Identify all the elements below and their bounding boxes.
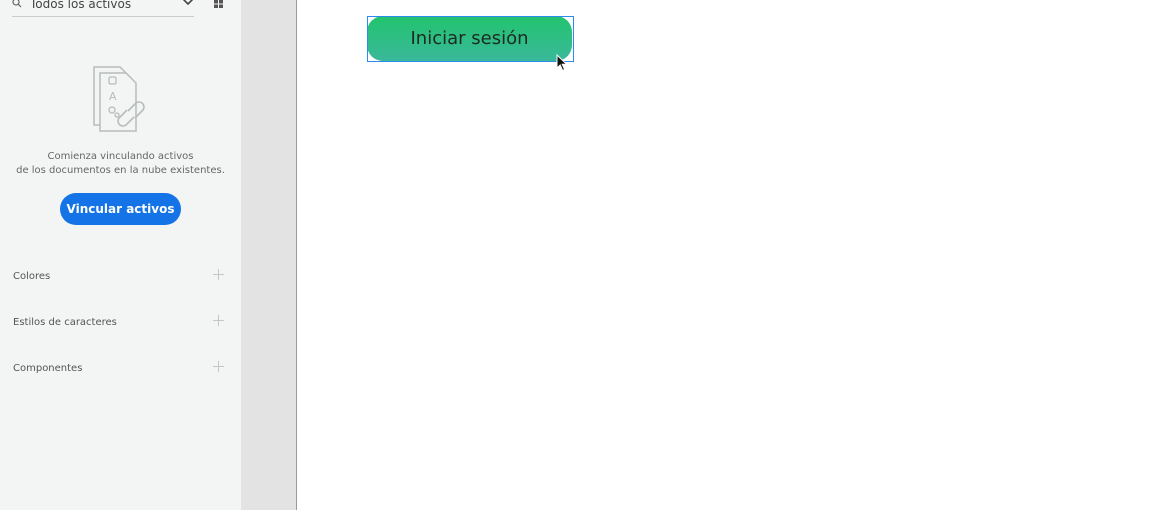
chevron-down-icon[interactable] <box>182 0 194 7</box>
empty-state-line-2: de los documentos en la nube existentes. <box>16 165 225 176</box>
search-icon <box>12 0 22 8</box>
section-character-styles[interactable]: Estilos de caracteres <box>13 315 225 333</box>
section-label: Estilos de caracteres <box>13 317 117 328</box>
assets-filter-value: Todos los activos <box>30 0 132 11</box>
linked-documents-icon: A <box>93 66 145 132</box>
assets-filter-dropdown[interactable]: Todos los activos <box>12 0 194 17</box>
link-assets-button[interactable]: Vincular activos <box>60 193 181 225</box>
add-icon[interactable] <box>213 315 225 327</box>
grid-icon[interactable] <box>214 0 223 8</box>
section-label: Colores <box>13 271 51 282</box>
section-components[interactable]: Componentes <box>13 361 225 379</box>
svg-text:A: A <box>109 90 117 103</box>
section-label: Componentes <box>13 363 83 374</box>
add-icon[interactable] <box>213 269 225 281</box>
empty-state-message: Comienza vinculando activos de los docum… <box>0 150 241 178</box>
add-icon[interactable] <box>213 361 225 373</box>
empty-state-line-1: Comienza vinculando activos <box>47 151 194 162</box>
section-colors[interactable]: Colores <box>13 269 225 287</box>
pasteboard <box>241 0 296 510</box>
login-button-element[interactable]: Iniciar sesión <box>367 16 572 61</box>
assets-panel: Todos los activos A Comienza vinculando … <box>0 0 241 510</box>
artboard[interactable] <box>296 0 1171 510</box>
mouse-pointer-icon <box>556 54 568 72</box>
